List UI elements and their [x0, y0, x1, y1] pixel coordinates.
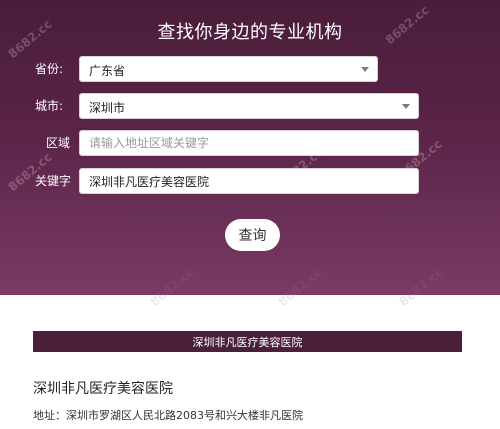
result-address: 地址：深圳市罗湖区人民北路2083号和兴大楼非凡医院: [33, 409, 303, 422]
province-value: 广东省: [89, 64, 126, 78]
keyword-row: 关键字: [0, 168, 500, 194]
city-label: 城市:: [35, 99, 64, 113]
keyword-input[interactable]: [80, 169, 418, 193]
region-input[interactable]: [80, 131, 418, 155]
city-value: 深圳市: [89, 101, 126, 115]
region-field[interactable]: [79, 130, 419, 156]
keyword-label: 关键字: [35, 174, 72, 188]
region-label: 区域: [46, 136, 71, 150]
result-name[interactable]: 深圳非凡医疗美容医院: [33, 378, 173, 398]
query-button[interactable]: 查询: [225, 219, 280, 251]
result-header: 深圳非凡医疗美容医院: [33, 331, 462, 352]
page-title: 查找你身边的专业机构: [157, 22, 343, 43]
city-row: 城市: 深圳市: [0, 93, 500, 119]
province-row: 省份: 广东省: [0, 56, 500, 82]
province-label: 省份:: [35, 62, 64, 76]
city-select[interactable]: 深圳市: [79, 93, 419, 119]
keyword-field[interactable]: [79, 168, 419, 194]
chevron-down-icon: [361, 67, 369, 72]
chevron-down-icon: [402, 104, 410, 109]
search-panel: 查找你身边的专业机构 省份: 广东省 城市: 深圳市 区域 关键字 查询 868…: [0, 0, 500, 295]
province-select[interactable]: 广东省: [79, 56, 378, 82]
